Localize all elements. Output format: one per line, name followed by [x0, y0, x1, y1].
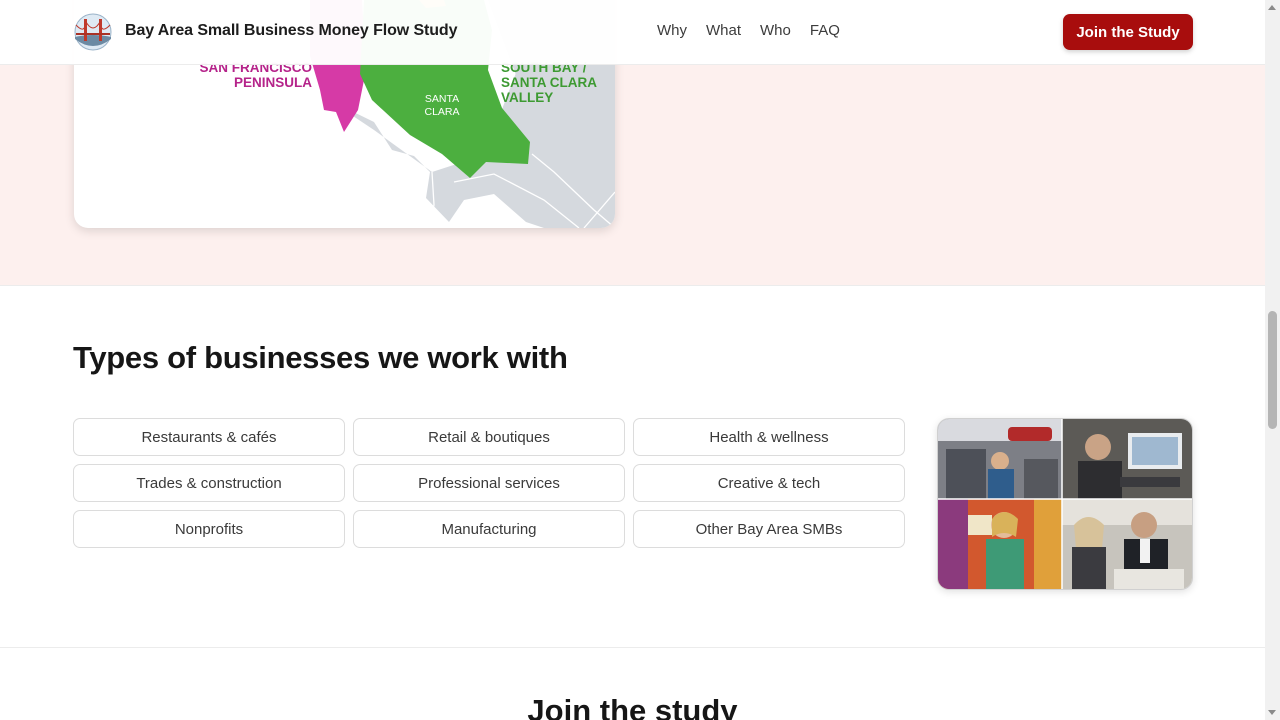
nav-link-faq[interactable]: FAQ — [810, 22, 840, 39]
nav-link-why[interactable]: Why — [657, 22, 687, 39]
golden-gate-logo-icon[interactable] — [74, 13, 112, 51]
business-types-heading: Types of businesses we work with — [73, 340, 568, 375]
santa-clara-label-line1: SANTA — [425, 93, 459, 105]
site-header: Bay Area Small Business Money Flow Study… — [0, 0, 1265, 65]
business-type-creative: Creative & tech — [633, 464, 905, 502]
section-divider — [0, 647, 1265, 648]
business-photo-collage — [937, 418, 1193, 590]
business-type-nonprofits: Nonprofits — [73, 510, 345, 548]
south-bay-label-line2: SANTA CLARA — [501, 75, 597, 90]
nav-link-who[interactable]: Who — [760, 22, 791, 39]
peninsula-label-line2: PENINSULA — [234, 75, 312, 90]
business-type-professional: Professional services — [353, 464, 625, 502]
scroll-up-arrow-icon[interactable] — [1268, 5, 1276, 10]
business-type-other: Other Bay Area SMBs — [633, 510, 905, 548]
business-types-grid: Restaurants & cafés Retail & boutiques H… — [73, 418, 905, 548]
nav-link-what[interactable]: What — [706, 22, 741, 39]
business-type-manufacturing: Manufacturing — [353, 510, 625, 548]
main-nav: Why What Who FAQ — [657, 22, 859, 39]
photo-cafe-woman — [938, 499, 1062, 589]
business-type-trades: Trades & construction — [73, 464, 345, 502]
join-study-heading: Join the study — [527, 693, 738, 720]
photo-auto-shop — [938, 419, 1062, 499]
scroll-down-arrow-icon[interactable] — [1268, 710, 1276, 715]
business-type-retail: Retail & boutiques — [353, 418, 625, 456]
site-title[interactable]: Bay Area Small Business Money Flow Study — [125, 22, 458, 40]
business-type-restaurants: Restaurants & cafés — [73, 418, 345, 456]
join-study-button[interactable]: Join the Study — [1063, 14, 1193, 50]
photo-office-man — [1062, 419, 1192, 499]
photo-meeting — [1062, 499, 1192, 589]
south-bay-label-line3: VALLEY — [501, 90, 553, 105]
business-type-health: Health & wellness — [633, 418, 905, 456]
santa-clara-label-line2: CLARA — [424, 106, 459, 118]
scrollbar-thumb[interactable] — [1268, 311, 1277, 429]
page-scrollbar[interactable] — [1265, 0, 1280, 720]
